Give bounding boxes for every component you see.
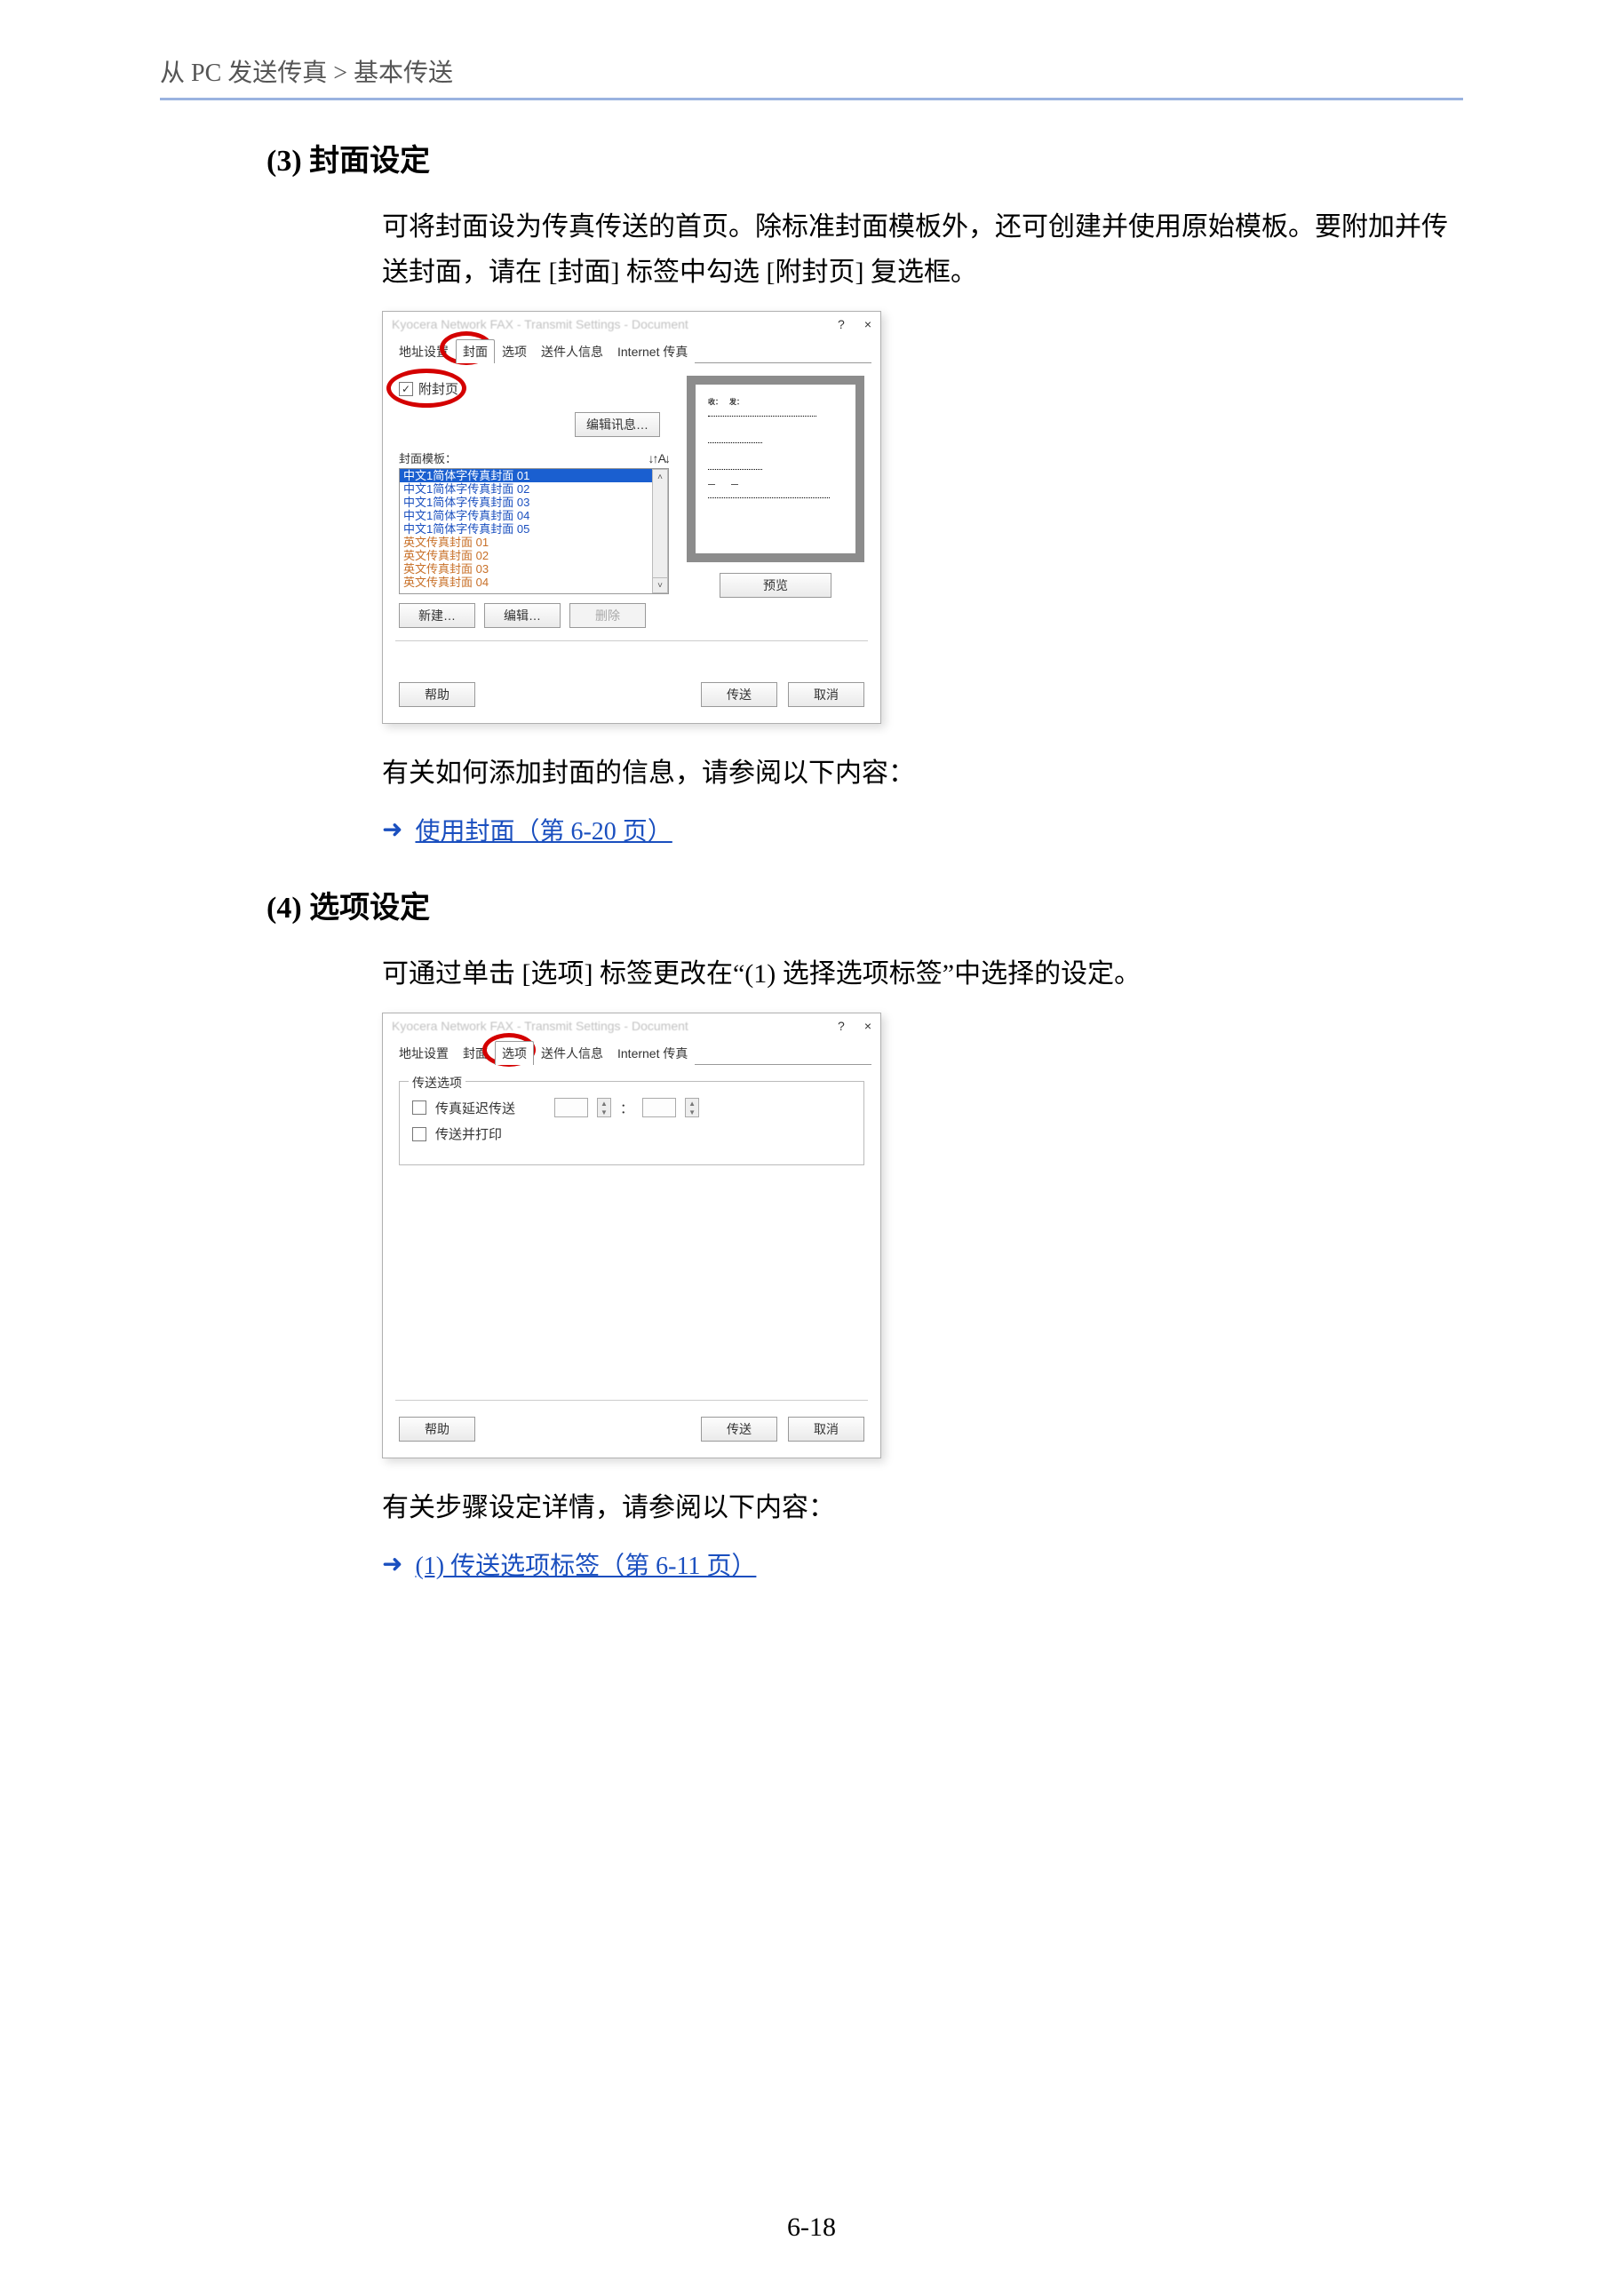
hour-input[interactable] bbox=[554, 1098, 588, 1117]
minute-spinner[interactable]: ▲▼ bbox=[685, 1098, 699, 1117]
list-item[interactable]: 英文传真封面 03 bbox=[400, 562, 668, 576]
options-dialog: Kyocera Network FAX - Transmit Settings … bbox=[382, 1013, 881, 1458]
tab-options[interactable]: 选项 bbox=[495, 339, 534, 363]
close-icon[interactable]: × bbox=[864, 1019, 871, 1033]
breadcrumb: 从 PC 发送传真 > 基本传送 bbox=[160, 53, 1463, 89]
minute-input[interactable] bbox=[642, 1098, 676, 1117]
section-3-paragraph: 可将封面设为传真传送的首页。除标准封面模板外，还可创建并使用原始模板。要附加并传… bbox=[382, 204, 1463, 295]
preview-button[interactable]: 预览 bbox=[720, 573, 831, 598]
dialog-title: Kyocera Network FAX - Transmit Settings … bbox=[392, 1019, 688, 1033]
fieldset-legend: 传送选项 bbox=[409, 1074, 465, 1092]
help-icon[interactable]: ? bbox=[838, 1019, 845, 1033]
send-and-print-label: 传送并打印 bbox=[435, 1124, 502, 1143]
send-options-fieldset: 传送选项 传真延迟传送 ▲▼ ： ▲▼ 传送并打印 bbox=[399, 1081, 864, 1165]
tab-address[interactable]: 地址设置 bbox=[392, 339, 456, 363]
tab-internet-fax[interactable]: Internet 传真 bbox=[610, 1041, 695, 1065]
list-item[interactable]: 英文传真封面 01 bbox=[400, 536, 668, 549]
scrollbar-track[interactable] bbox=[652, 483, 668, 579]
sort-icons[interactable]: ↓↑ A↓ bbox=[648, 451, 669, 465]
delayed-send-checkbox[interactable] bbox=[412, 1100, 426, 1115]
list-item[interactable]: 中文1简体字传真封面 02 bbox=[400, 482, 668, 496]
tab-cover[interactable]: 封面 bbox=[456, 339, 495, 363]
tab-sender[interactable]: 送件人信息 bbox=[534, 1041, 610, 1065]
delayed-send-label: 传真延迟传送 bbox=[435, 1099, 515, 1117]
send-button[interactable]: 传送 bbox=[701, 1417, 777, 1442]
list-item[interactable]: 英文传真封面 02 bbox=[400, 549, 668, 562]
options-tab-link[interactable]: (1) 传送选项标签（第 6-11 页） bbox=[415, 1546, 756, 1582]
send-button[interactable]: 传送 bbox=[701, 682, 777, 707]
edit-template-button[interactable]: 编辑… bbox=[484, 603, 561, 628]
arrow-right-icon: ➜ bbox=[382, 1549, 402, 1579]
time-colon: ： bbox=[620, 1099, 633, 1117]
scroll-down-icon[interactable]: ˅ bbox=[652, 577, 668, 593]
template-listbox[interactable]: 中文1简体字传真封面 01 中文1简体字传真封面 02 中文1简体字传真封面 0… bbox=[399, 468, 669, 594]
section-4-paragraph: 可通过单击 [选项] 标签更改在“(1) 选择选项标签”中选择的设定。 bbox=[382, 951, 1463, 997]
dialog-tabs: 地址设置 封面 选项 送件人信息 Internet 传真 bbox=[383, 338, 880, 362]
attach-cover-checkbox[interactable]: ✓ bbox=[399, 382, 413, 396]
tab-options[interactable]: 选项 bbox=[495, 1041, 534, 1065]
help-button[interactable]: 帮助 bbox=[399, 682, 475, 707]
list-item[interactable]: 英文传真封面 04 bbox=[400, 576, 668, 589]
edit-message-button[interactable]: 编辑讯息… bbox=[575, 412, 660, 437]
dialog-title: Kyocera Network FAX - Transmit Settings … bbox=[392, 317, 688, 331]
help-icon[interactable]: ? bbox=[838, 317, 845, 331]
template-list-label: 封面模板： bbox=[399, 449, 457, 466]
tab-address[interactable]: 地址设置 bbox=[392, 1041, 456, 1065]
list-item[interactable]: 中文1简体字传真封面 01 bbox=[400, 469, 668, 482]
new-template-button[interactable]: 新建… bbox=[399, 603, 475, 628]
page-number: 6-18 bbox=[0, 2213, 1623, 2243]
attach-cover-label: 附封页 bbox=[418, 379, 458, 398]
cancel-button[interactable]: 取消 bbox=[788, 682, 864, 707]
delete-template-button[interactable]: 删除 bbox=[569, 603, 646, 628]
dialog-tabs: 地址设置 封面 选项 送件人信息 Internet 传真 bbox=[383, 1040, 880, 1064]
hour-spinner[interactable]: ▲▼ bbox=[597, 1098, 611, 1117]
tab-internet-fax[interactable]: Internet 传真 bbox=[610, 339, 695, 363]
header-divider bbox=[160, 98, 1463, 100]
send-and-print-checkbox[interactable] bbox=[412, 1127, 426, 1141]
section-3-title: (3) 封面设定 bbox=[267, 136, 1463, 179]
section-3-ref-intro: 有关如何添加封面的信息，请参阅以下内容： bbox=[382, 751, 1463, 796]
list-item[interactable]: 中文1简体字传真封面 04 bbox=[400, 509, 668, 522]
tab-sender[interactable]: 送件人信息 bbox=[534, 339, 610, 363]
cover-page-link[interactable]: 使用封面（第 6-20 页） bbox=[415, 812, 672, 847]
close-icon[interactable]: × bbox=[864, 317, 871, 331]
list-item[interactable]: 中文1简体字传真封面 03 bbox=[400, 496, 668, 509]
help-button[interactable]: 帮助 bbox=[399, 1417, 475, 1442]
arrow-right-icon: ➜ bbox=[382, 814, 402, 845]
list-item[interactable]: 中文1简体字传真封面 05 bbox=[400, 522, 668, 536]
cancel-button[interactable]: 取消 bbox=[788, 1417, 864, 1442]
cover-preview: 收：发： —— bbox=[687, 376, 864, 562]
section-4-title: (4) 选项设定 bbox=[267, 883, 1463, 926]
section-4-ref-intro: 有关步骤设定详情，请参阅以下内容： bbox=[382, 1485, 1463, 1530]
tab-cover[interactable]: 封面 bbox=[456, 1041, 495, 1065]
cover-page-dialog: Kyocera Network FAX - Transmit Settings … bbox=[382, 311, 881, 724]
